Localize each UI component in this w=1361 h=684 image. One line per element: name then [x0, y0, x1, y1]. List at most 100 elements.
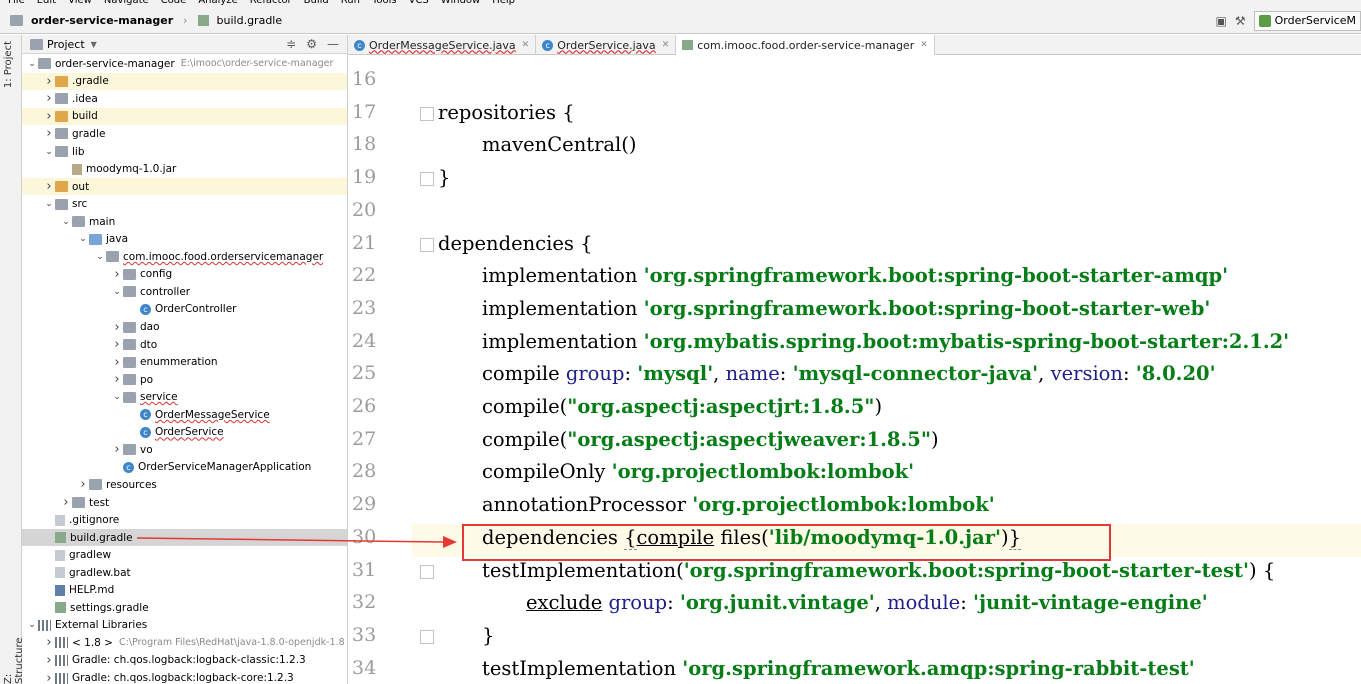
chevron-right-icon[interactable]: ›: [60, 495, 72, 510]
breadcrumb-project[interactable]: order-service-manager: [31, 14, 173, 27]
tree-item[interactable]: ⌄ java: [22, 231, 347, 249]
project-tool-tab[interactable]: 1: Project: [3, 41, 14, 88]
tree-item[interactable]: › out: [22, 177, 347, 196]
menu-item-view[interactable]: View: [68, 0, 92, 8]
chevron-down-icon[interactable]: ⌄: [43, 147, 55, 157]
close-icon[interactable]: ✕: [522, 40, 530, 50]
menu-item-refactor[interactable]: Refactor: [250, 0, 292, 8]
tree-item[interactable]: › dao: [22, 318, 347, 336]
menu-item-window[interactable]: Window: [441, 0, 480, 8]
chevron-down-icon[interactable]: ⌄: [26, 620, 38, 630]
tree-item[interactable]: c OrderController: [22, 301, 347, 319]
chevron-right-icon[interactable]: ›: [111, 355, 123, 370]
fold-marker-icon[interactable]: [420, 106, 434, 121]
chevron-down-icon[interactable]: ⌄: [111, 287, 123, 297]
code-token: ,: [1038, 362, 1051, 386]
breadcrumb-file[interactable]: build.gradle: [217, 14, 283, 27]
tree-item[interactable]: settings.gradle: [22, 599, 347, 617]
editor-tab[interactable]: com.imooc.food.order-service-manager ✕: [676, 35, 935, 55]
tree-item[interactable]: › config: [22, 266, 347, 284]
tree-item[interactable]: gradlew.bat: [22, 564, 347, 582]
tree-item[interactable]: › resources: [22, 476, 347, 494]
chevron-down-icon[interactable]: ⌄: [77, 234, 89, 244]
chevron-right-icon[interactable]: ›: [111, 372, 123, 387]
tree-item[interactable]: c OrderMessageService: [22, 406, 347, 424]
editor-tab[interactable]: c OrderMessageService.java ✕: [348, 35, 537, 55]
tree-item[interactable]: ⌄ com.imooc.food.orderservicemanager: [22, 248, 347, 266]
tree-item[interactable]: HELP.md: [22, 582, 347, 600]
menu-item-edit[interactable]: Edit: [37, 0, 56, 8]
menu-item-analyze[interactable]: Analyze: [198, 0, 237, 8]
fold-marker-icon[interactable]: [420, 237, 434, 252]
collapse-all-icon[interactable]: ≑: [286, 37, 296, 51]
chevron-right-icon[interactable]: ›: [43, 653, 55, 668]
tree-item[interactable]: › build: [22, 107, 347, 126]
gear-icon[interactable]: ⚙: [306, 37, 317, 51]
code-line: testImplementation 'org.springframework.…: [482, 657, 1195, 680]
tree-item[interactable]: ⌄ External Libraries: [22, 617, 347, 635]
tree-item[interactable]: gradlew: [22, 546, 347, 564]
chevron-right-icon[interactable]: ›: [43, 109, 55, 124]
tree-item[interactable]: ⌄ controller: [22, 283, 347, 301]
close-icon[interactable]: ✕: [662, 40, 670, 50]
menu-item-vcs[interactable]: VCS: [409, 0, 429, 8]
chevron-down-icon[interactable]: ⌄: [111, 392, 123, 402]
chevron-right-icon[interactable]: ›: [111, 442, 123, 457]
project-panel-title[interactable]: Project: [47, 38, 85, 51]
tree-item[interactable]: › Gradle: ch.qos.logback:logback-classic:…: [22, 652, 347, 670]
code-token: implementation: [482, 296, 644, 320]
menu-item-tools[interactable]: Tools: [372, 0, 397, 8]
tree-item[interactable]: › Gradle: ch.qos.logback:logback-core:1.2…: [22, 669, 347, 684]
menu-item-file[interactable]: File: [8, 0, 25, 8]
tree-item[interactable]: › vo: [22, 441, 347, 459]
tree-item[interactable]: c OrderServiceManagerApplication: [22, 459, 347, 477]
chevron-right-icon[interactable]: ›: [43, 635, 55, 650]
menu-item-navigate[interactable]: Navigate: [104, 0, 149, 8]
chevron-right-icon[interactable]: ›: [43, 126, 55, 141]
tree-item[interactable]: › enummeration: [22, 353, 347, 371]
tree-item[interactable]: ⌄ service: [22, 388, 347, 406]
chevron-down-icon[interactable]: ▼: [91, 40, 97, 49]
tree-item[interactable]: › .idea: [22, 90, 347, 108]
chevron-down-icon[interactable]: ⌄: [43, 199, 55, 209]
fold-marker-icon[interactable]: [420, 564, 434, 579]
tree-item[interactable]: .gitignore: [22, 511, 347, 529]
nav-toolbar: ▣ ⚒ OrderServiceM: [1215, 11, 1361, 31]
fold-marker-icon[interactable]: [420, 629, 434, 644]
minimize-icon[interactable]: —: [327, 37, 339, 51]
tree-item[interactable]: › < 1.8 > C:\Program Files\RedHat\java-1.8…: [22, 634, 347, 652]
tree-item[interactable]: ⌄ lib: [22, 143, 347, 161]
chevron-right-icon[interactable]: ›: [43, 91, 55, 106]
fold-marker-icon[interactable]: [420, 172, 434, 187]
layout-icon[interactable]: ▣: [1215, 14, 1226, 28]
tree-item[interactable]: ⌄ main: [22, 213, 347, 231]
tree-item[interactable]: › test: [22, 494, 347, 512]
menu-item-build[interactable]: Build: [304, 0, 329, 8]
menu-item-code[interactable]: Code: [161, 0, 187, 8]
close-icon[interactable]: ✕: [920, 40, 928, 50]
tree-item[interactable]: c OrderService: [22, 424, 347, 442]
run-configuration-select[interactable]: OrderServiceM: [1253, 11, 1361, 31]
chevron-right-icon[interactable]: ›: [43, 179, 55, 194]
tree-item[interactable]: › gradle: [22, 125, 347, 143]
chevron-right-icon[interactable]: ›: [111, 337, 123, 352]
chevron-right-icon[interactable]: ›: [77, 477, 89, 492]
tree-item[interactable]: moodymq-1.0.jar: [22, 160, 347, 178]
chevron-down-icon[interactable]: ⌄: [60, 217, 72, 227]
tree-item[interactable]: › dto: [22, 336, 347, 354]
menu-item-run[interactable]: Run: [341, 0, 360, 8]
chevron-right-icon[interactable]: ›: [43, 671, 55, 684]
chevron-down-icon[interactable]: ⌄: [26, 59, 38, 69]
tree-item[interactable]: ⌄ src: [22, 195, 347, 213]
chevron-right-icon[interactable]: ›: [43, 74, 55, 89]
chevron-down-icon[interactable]: ⌄: [94, 252, 106, 262]
tree-item[interactable]: › .gradle: [22, 72, 347, 91]
build-hammer-icon[interactable]: ⚒: [1235, 14, 1246, 28]
chevron-right-icon[interactable]: ›: [111, 267, 123, 282]
editor-tab[interactable]: c OrderService.java ✕: [536, 35, 677, 55]
chevron-right-icon[interactable]: ›: [111, 320, 123, 335]
tree-item[interactable]: ⌄ order-service-manager E:\imooc\order-ser…: [22, 55, 347, 73]
tree-item[interactable]: › po: [22, 371, 347, 389]
menu-item-help[interactable]: Help: [492, 0, 515, 8]
code-editor[interactable]: 16 17 18 19 20 21 22 23 24 25 26 27 28 29 30 31 32 33 34 r…: [348, 56, 1361, 684]
